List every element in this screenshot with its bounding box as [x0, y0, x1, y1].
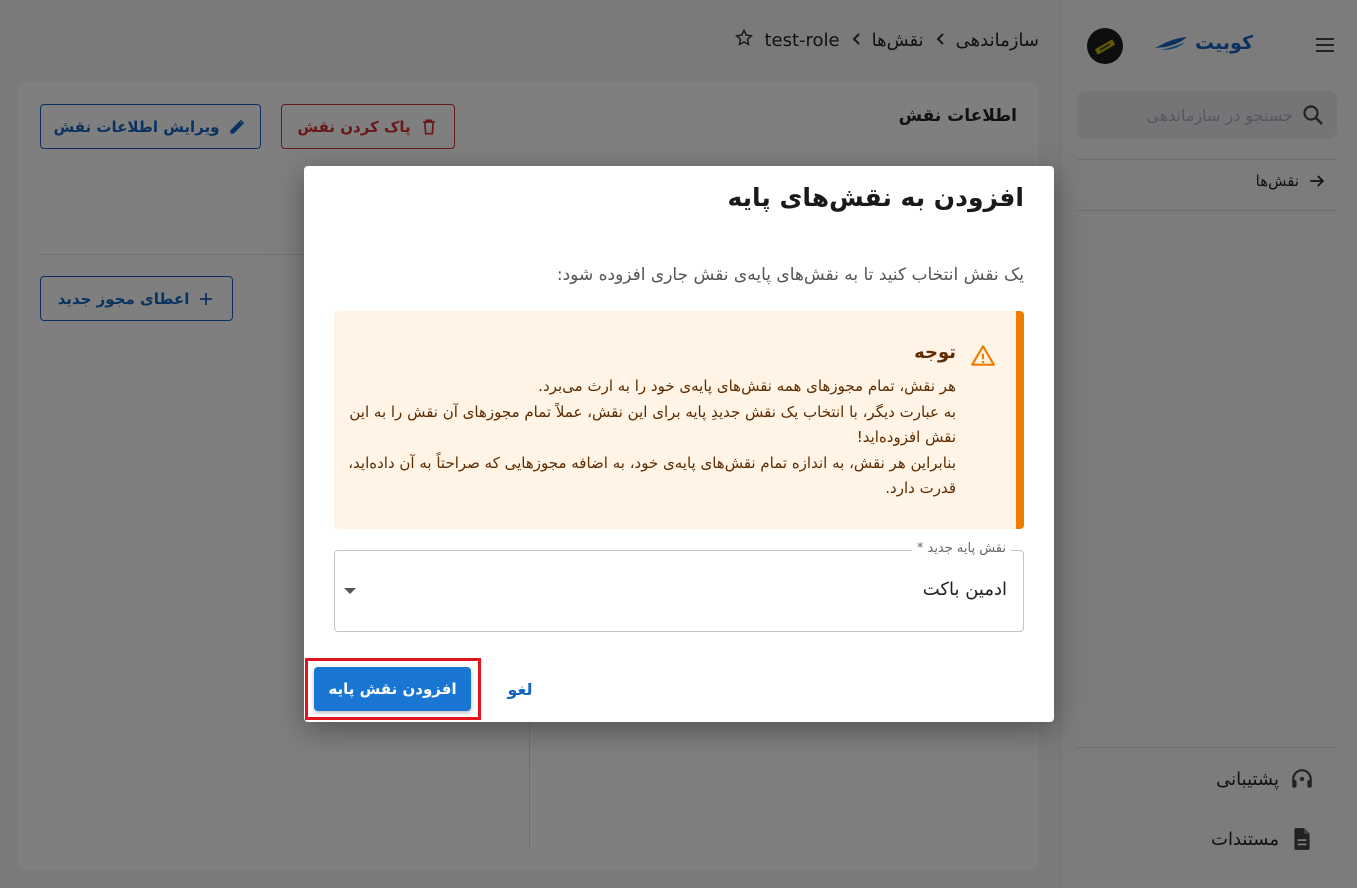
warning-alert: توجه هر نقش، تمام مجوزهای همه نقش‌های پا… — [334, 311, 1024, 529]
warning-icon — [970, 343, 996, 369]
alert-body: هر نقش، تمام مجوزهای همه نقش‌های پایه‌ی … — [346, 374, 956, 502]
alert-title: توجه — [914, 342, 956, 363]
dialog-title: افزودن به نقش‌های پایه — [727, 183, 1024, 212]
alert-line: بنابراین هر نقش، به اندازه تمام نقش‌های … — [348, 453, 956, 498]
alert-line: هر نقش، تمام مجوزهای همه نقش‌های پایه‌ی … — [538, 377, 956, 395]
select-label: نقش پایه جدید * — [911, 541, 1011, 556]
dialog-description: یک نقش انتخاب کنید تا به نقش‌های پایه‌ی … — [556, 265, 1024, 285]
dropdown-arrow-icon[interactable] — [344, 588, 356, 594]
cancel-button[interactable]: لغو — [496, 671, 544, 707]
alert-line: به عبارت دیگر، با انتخاب یک نقش جدیدِ پا… — [349, 402, 956, 447]
add-base-role-button[interactable]: افزودن نقش پایه — [314, 667, 471, 711]
base-role-select[interactable]: نقش پایه جدید * ادمین باکت — [334, 541, 1024, 632]
add-base-role-dialog: افزودن به نقش‌های پایه یک نقش انتخاب کنی… — [304, 166, 1054, 722]
select-value: ادمین باکت — [922, 579, 1007, 600]
